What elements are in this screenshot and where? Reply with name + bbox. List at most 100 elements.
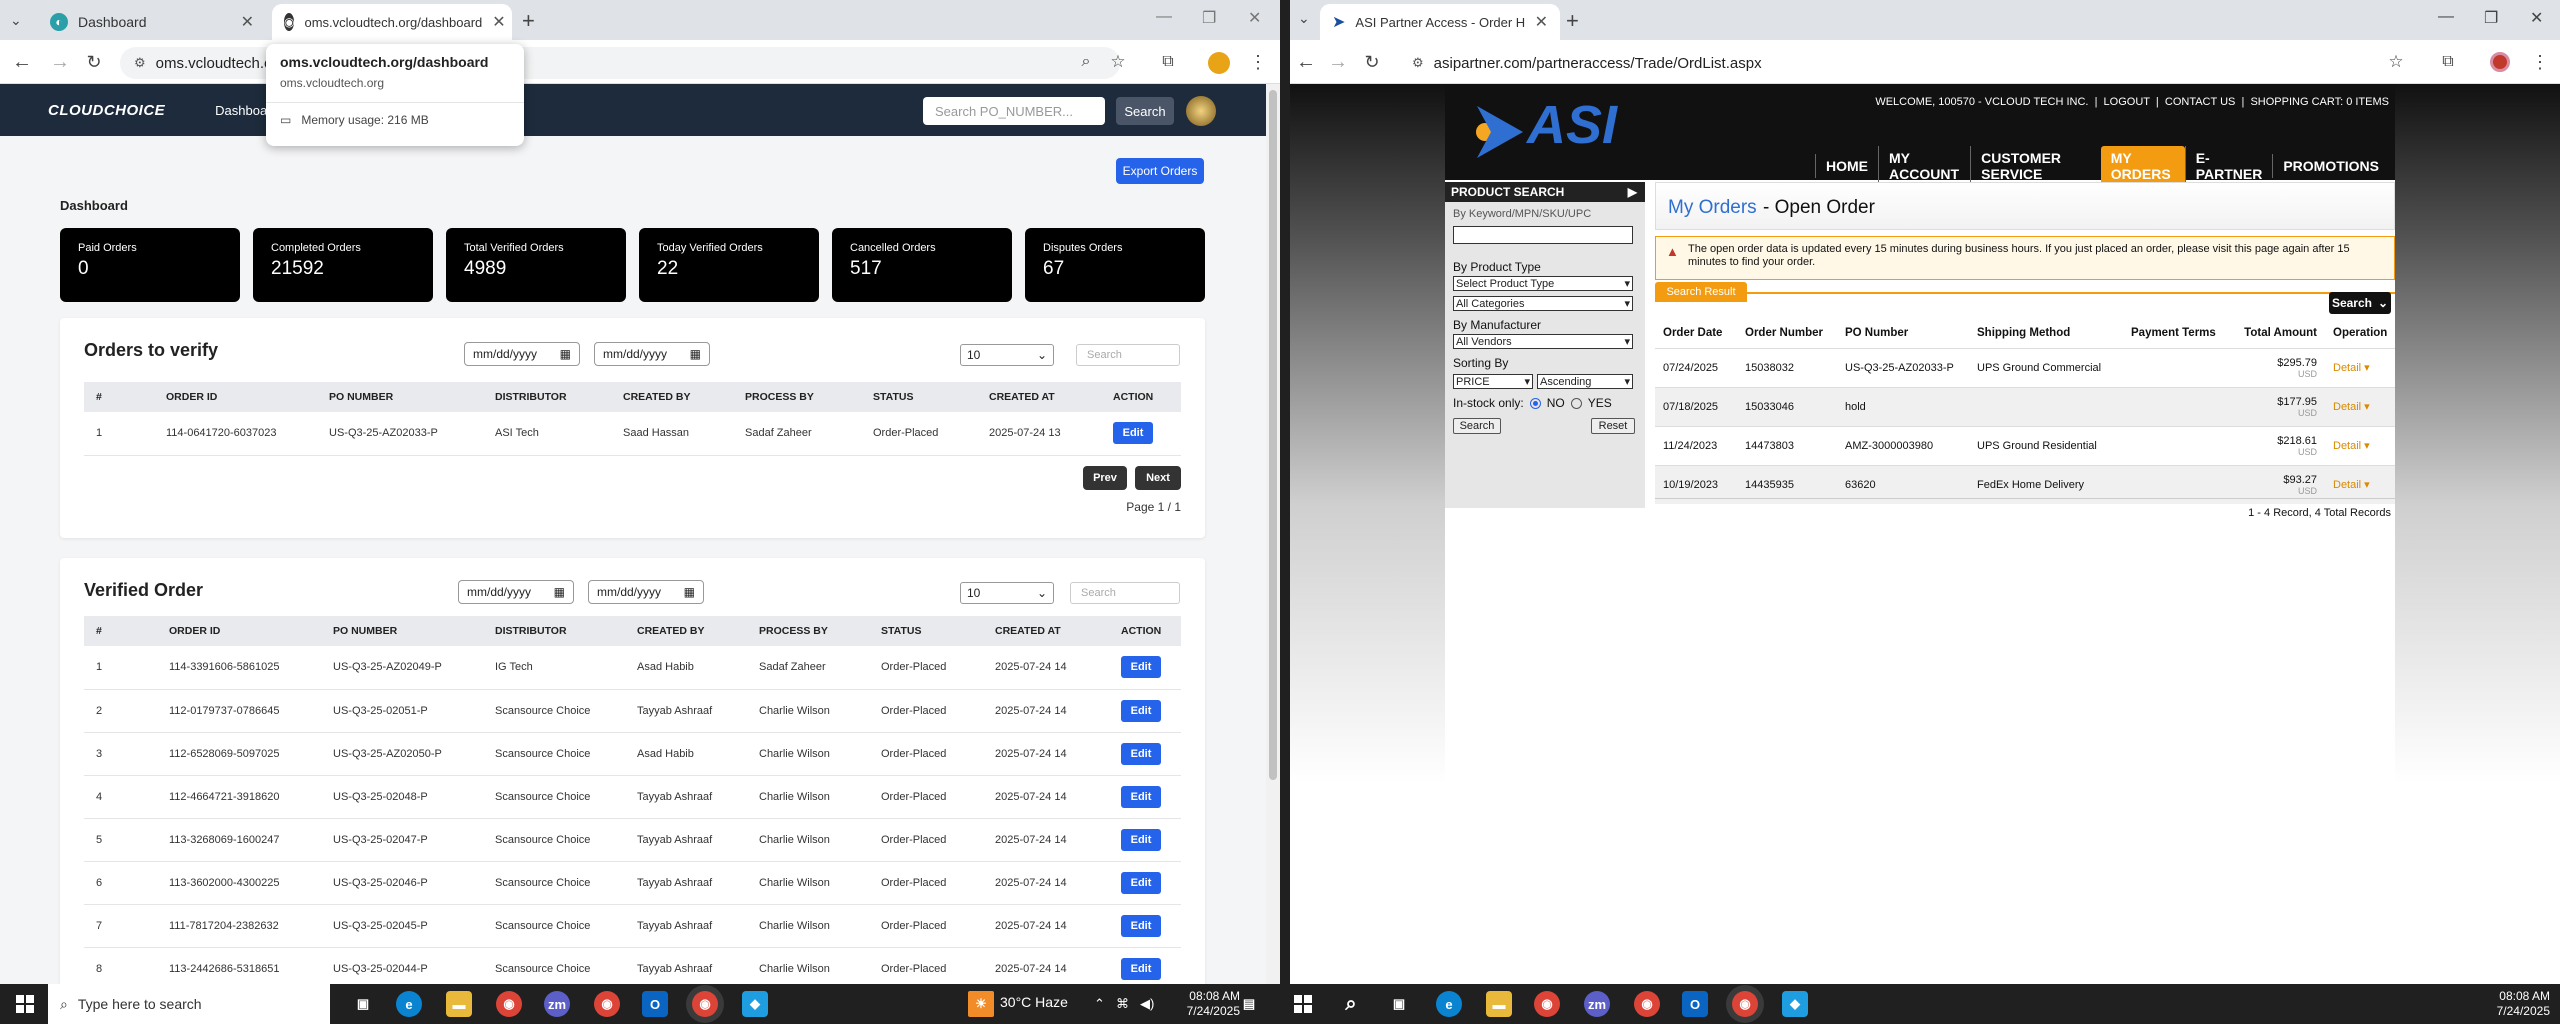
notification-icon[interactable]: ▤ xyxy=(1236,991,1262,1017)
volume-icon[interactable]: ◀) xyxy=(1140,996,1154,1011)
forward-arrow-icon[interactable]: → xyxy=(1326,50,1350,74)
zoom-icon[interactable]: ⌕ xyxy=(1074,50,1098,74)
end-date-input[interactable]: mm/dd/yyyy ▦ xyxy=(588,580,704,604)
product-type-select[interactable]: Select Product Type ▾ xyxy=(1453,276,1633,291)
maximize-icon[interactable]: ❐ xyxy=(2484,8,2498,28)
chevron-down-icon[interactable]: ▾ xyxy=(2361,401,2370,413)
table-search-input[interactable]: Search xyxy=(1076,344,1180,366)
calendar-icon[interactable]: ▦ xyxy=(554,585,565,599)
edit-button[interactable]: Edit xyxy=(1121,828,1161,851)
edit-button[interactable]: Edit xyxy=(1113,422,1153,445)
edge-icon[interactable]: e xyxy=(396,991,422,1017)
window-close-icon[interactable]: ✕ xyxy=(2530,8,2543,28)
vendor-select[interactable]: All Vendors ▾ xyxy=(1453,334,1633,349)
app-icon[interactable]: ◆ xyxy=(1782,991,1808,1017)
chevron-down-icon[interactable]: ▾ xyxy=(2361,440,2370,452)
calendar-icon[interactable]: ▦ xyxy=(684,585,695,599)
start-date-input[interactable]: mm/dd/yyyy ▦ xyxy=(464,342,580,366)
tray-chevron-icon[interactable]: ⌃ xyxy=(1094,996,1105,1011)
po-search-button[interactable]: Search xyxy=(1116,97,1174,125)
outlook-icon[interactable]: O xyxy=(642,991,668,1017)
page-size-select[interactable]: 10 ⌄ xyxy=(960,582,1054,604)
menu-kebab-icon[interactable]: ⋮ xyxy=(1246,50,1270,74)
chrome-active-icon[interactable]: ◉ xyxy=(692,991,718,1017)
chrome-icon[interactable]: ◉ xyxy=(1634,991,1660,1017)
file-explorer-icon[interactable]: ▬ xyxy=(1486,991,1512,1017)
taskbar-search-box[interactable]: ⌕ Type here to search xyxy=(48,984,330,1024)
zoom-app-icon[interactable]: zm xyxy=(1584,991,1610,1017)
detail-link[interactable]: Detail xyxy=(2333,479,2361,491)
scrollbar-thumb[interactable] xyxy=(1269,90,1277,780)
app-icon[interactable]: ◆ xyxy=(742,991,768,1017)
tab-search-icon[interactable]: ⌄ xyxy=(10,12,22,29)
edit-button[interactable]: Edit xyxy=(1121,742,1161,765)
detail-link[interactable]: Detail xyxy=(2333,362,2361,374)
edit-button[interactable]: Edit xyxy=(1121,699,1161,722)
url-field[interactable]: ⚙ asipartner.com/partneraccess/Trade/Ord… xyxy=(1398,47,2412,79)
next-button[interactable]: Next xyxy=(1135,466,1181,490)
back-arrow-icon[interactable]: ← xyxy=(1294,50,1318,74)
window-close-icon[interactable]: ✕ xyxy=(1248,8,1261,28)
nav-my-orders[interactable]: MY ORDERS xyxy=(2100,146,2185,186)
windows-start-icon[interactable] xyxy=(12,991,38,1017)
category-select[interactable]: All Categories ▾ xyxy=(1453,296,1633,311)
tab-asi-order-history[interactable]: ➤ ASI Partner Access - Order Hist ✕ xyxy=(1320,4,1560,40)
search-dropdown-button[interactable]: Search ⌄ xyxy=(2329,292,2391,314)
edit-button[interactable]: Edit xyxy=(1121,957,1161,980)
page-size-select[interactable]: 10 ⌄ xyxy=(960,344,1054,366)
instock-yes-radio[interactable] xyxy=(1570,397,1582,409)
extensions-icon[interactable]: ⧉ xyxy=(2436,50,2460,74)
file-explorer-icon[interactable]: ▬ xyxy=(446,991,472,1017)
close-icon[interactable]: ✕ xyxy=(492,12,505,32)
nav-home[interactable]: HOME xyxy=(1815,154,1878,178)
export-orders-button[interactable]: Export Orders xyxy=(1116,158,1204,184)
new-tab-plus-icon[interactable]: + xyxy=(522,8,535,34)
sort-order-select[interactable]: Ascending ▾ xyxy=(1537,374,1633,389)
sort-field-select[interactable]: PRICE ▾ xyxy=(1453,374,1533,389)
task-view-icon[interactable]: ▣ xyxy=(1386,991,1412,1017)
table-search-input[interactable]: Search xyxy=(1070,582,1180,604)
reset-button[interactable]: Reset xyxy=(1591,418,1635,434)
edit-button[interactable]: Edit xyxy=(1121,914,1161,937)
reload-icon[interactable]: ↻ xyxy=(1360,50,1384,74)
chrome-active-icon[interactable]: ◉ xyxy=(1732,991,1758,1017)
clock-left[interactable]: 08:08 AM 7/24/2025 xyxy=(1160,989,1240,1019)
outlook-icon[interactable]: O xyxy=(1682,991,1708,1017)
close-icon[interactable]: ✕ xyxy=(241,12,254,32)
edit-button[interactable]: Edit xyxy=(1121,656,1161,679)
detail-link[interactable]: Detail xyxy=(2333,401,2361,413)
minimize-icon[interactable]: — xyxy=(1156,8,1172,26)
back-arrow-icon[interactable]: ← xyxy=(10,50,34,74)
detail-link[interactable]: Detail xyxy=(2333,440,2361,452)
chrome-icon[interactable]: ◉ xyxy=(594,991,620,1017)
arrow-right-icon[interactable]: ▶ xyxy=(1628,185,1637,199)
tab-dashboard[interactable]: ◐ Dashboard ✕ xyxy=(38,4,266,40)
nav-promotions[interactable]: PROMOTIONS xyxy=(2272,154,2389,178)
prev-button[interactable]: Prev xyxy=(1083,466,1127,490)
product-search-button[interactable]: Search xyxy=(1453,418,1501,434)
edit-button[interactable]: Edit xyxy=(1121,785,1161,808)
windows-start-icon[interactable] xyxy=(1290,991,1316,1017)
nav-my-account[interactable]: MY ACCOUNT xyxy=(1878,146,1970,186)
asi-top-links[interactable]: WELCOME, 100570 - VCLOUD TECH INC. | LOG… xyxy=(1745,96,2389,108)
zoom-app-icon[interactable]: zm xyxy=(544,991,570,1017)
clock-right[interactable]: 08:08 AM 7/24/2025 xyxy=(2470,989,2550,1019)
edit-button[interactable]: Edit xyxy=(1121,871,1161,894)
forward-arrow-icon[interactable]: → xyxy=(48,50,72,74)
calendar-icon[interactable]: ▦ xyxy=(690,347,701,361)
new-tab-plus-icon[interactable]: + xyxy=(1566,8,1579,34)
network-icon[interactable]: ⌘ xyxy=(1116,996,1129,1011)
profile-avatar[interactable] xyxy=(1208,52,1230,74)
end-date-input[interactable]: mm/dd/yyyy ▦ xyxy=(594,342,710,366)
keyword-input[interactable] xyxy=(1453,226,1633,244)
instock-no-radio[interactable] xyxy=(1529,397,1541,409)
maximize-icon[interactable]: ❐ xyxy=(1202,8,1216,28)
search-result-tab[interactable]: Search Result xyxy=(1655,282,1747,302)
close-icon[interactable]: ✕ xyxy=(1535,12,1548,32)
calendar-icon[interactable]: ▦ xyxy=(560,347,571,361)
bookmark-star-icon[interactable]: ☆ xyxy=(1106,50,1130,74)
edge-icon[interactable]: e xyxy=(1436,991,1462,1017)
nav-e-partner[interactable]: E-PARTNER xyxy=(2184,146,2273,186)
tab-search-icon[interactable]: ⌄ xyxy=(1298,10,1310,27)
asi-logo[interactable]: ASI xyxy=(1527,94,1617,156)
